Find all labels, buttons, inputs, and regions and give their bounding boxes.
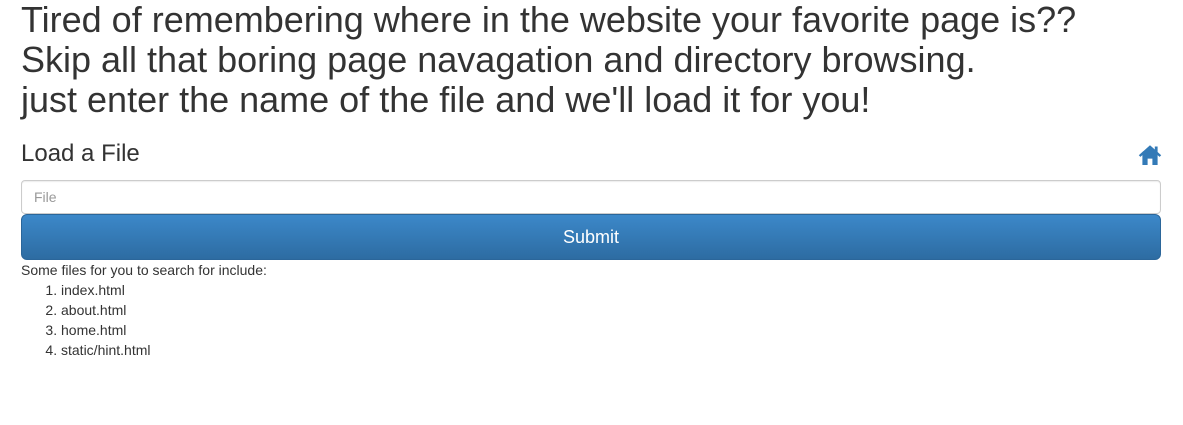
list-item: index.html [61,280,150,300]
list-item: about.html [61,300,150,320]
intro-line-2: Skip all that boring page navagation and… [21,39,976,80]
files-list: index.html about.html home.html static/h… [21,280,150,360]
list-item: home.html [61,320,150,340]
list-item: static/hint.html [61,340,150,360]
page: Tired of remembering where in the websit… [0,0,1183,425]
submit-button[interactable]: Submit [21,214,1161,260]
home-link[interactable] [1138,144,1162,166]
intro-line-1: Tired of remembering where in the websit… [21,0,1077,40]
intro-text: Tired of remembering where in the websit… [21,0,1076,120]
home-icon [1138,145,1162,165]
load-file-title: Load a File [21,140,140,167]
intro-line-3: just enter the name of the file and we'l… [21,79,871,120]
files-hint: Some files for you to search for include… [21,262,267,278]
file-input[interactable] [21,180,1161,214]
